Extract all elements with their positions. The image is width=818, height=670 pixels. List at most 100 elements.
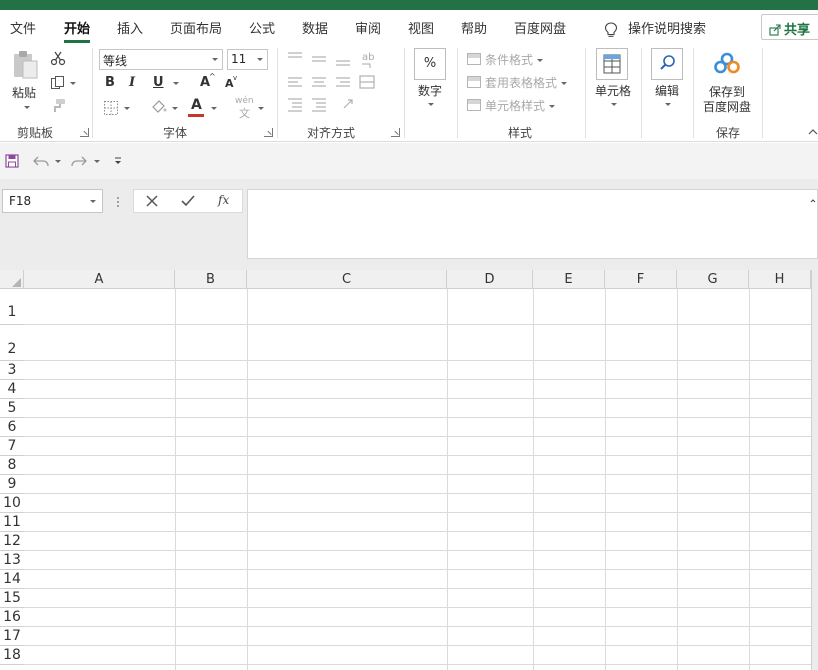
formula-splitter-icon[interactable]	[116, 196, 120, 208]
undo-dropdown-icon[interactable]	[55, 160, 61, 163]
row-header[interactable]: 12	[0, 532, 24, 551]
editing-dropdown-icon[interactable]	[665, 103, 671, 106]
expand-formula-bar-icon[interactable]	[810, 198, 816, 204]
number-dropdown-icon[interactable]	[428, 103, 434, 106]
row-header[interactable]: 10	[0, 494, 24, 513]
tab-baidu-netdisk[interactable]: 百度网盘	[514, 18, 566, 37]
cut-icon[interactable]	[50, 50, 66, 66]
font-color-dropdown-icon[interactable]	[211, 107, 217, 110]
row-header[interactable]: 3	[0, 361, 24, 380]
redo-icon[interactable]	[71, 154, 87, 168]
insert-function-button[interactable]: fx	[218, 193, 229, 207]
row-header[interactable]: 18	[0, 646, 24, 665]
ribbon-separator	[585, 48, 586, 138]
clipboard-group-label: 剪贴板	[17, 126, 54, 140]
chevron-down-icon	[560, 82, 567, 85]
save-to-baidu-button[interactable]	[712, 50, 742, 78]
font-launcher-icon[interactable]	[264, 128, 273, 137]
tab-formulas[interactable]: 公式	[249, 18, 275, 37]
vertical-scrollbar[interactable]	[811, 270, 818, 670]
format-painter-icon[interactable]	[50, 98, 66, 114]
chevron-down-icon	[257, 58, 263, 61]
cells-button[interactable]	[596, 48, 628, 80]
alignment-launcher-icon[interactable]	[391, 128, 400, 137]
customize-toolbar-icon[interactable]	[114, 157, 122, 165]
copy-dropdown-icon[interactable]	[70, 82, 76, 85]
row-header[interactable]: 9	[0, 475, 24, 494]
row-header[interactable]: 11	[0, 513, 24, 532]
phonetic-char: 文	[239, 107, 250, 120]
ribbon-separator	[277, 48, 278, 138]
row-header[interactable]: 6	[0, 418, 24, 437]
title-bar	[0, 0, 818, 10]
grid-line	[247, 289, 248, 670]
tab-file[interactable]: 文件	[10, 18, 36, 37]
column-header[interactable]: B	[175, 270, 247, 289]
cell-styles-button[interactable]: 单元格样式	[467, 97, 555, 114]
format-as-table-button[interactable]: 套用表格格式	[467, 74, 567, 91]
row-header[interactable]: 7	[0, 437, 24, 456]
column-header[interactable]: F	[605, 270, 677, 289]
redo-dropdown-icon[interactable]	[94, 160, 100, 163]
row-header[interactable]: 4	[0, 380, 24, 399]
enter-icon[interactable]	[181, 195, 195, 207]
italic-button[interactable]: I	[129, 75, 135, 90]
column-header[interactable]: A	[24, 270, 175, 289]
tab-review[interactable]: 审阅	[355, 18, 381, 37]
row-header[interactable]: 8	[0, 456, 24, 475]
conditional-formatting-button[interactable]: 条件格式	[467, 51, 543, 68]
undo-icon[interactable]	[33, 154, 49, 168]
collapse-ribbon-icon[interactable]	[808, 128, 818, 136]
conditional-formatting-icon	[467, 53, 481, 65]
tab-page-layout[interactable]: 页面布局	[170, 18, 222, 37]
name-box-dropdown-icon[interactable]	[90, 200, 96, 203]
tab-insert[interactable]: 插入	[117, 18, 143, 37]
tab-help[interactable]: 帮助	[461, 18, 487, 37]
row-header[interactable]: 13	[0, 551, 24, 570]
grid-line	[533, 289, 534, 670]
borders-icon[interactable]	[103, 100, 119, 116]
column-header[interactable]: D	[447, 270, 533, 289]
tab-view[interactable]: 视图	[408, 18, 434, 37]
paste-dropdown-icon[interactable]	[24, 106, 30, 109]
column-header[interactable]: H	[749, 270, 811, 289]
select-all-button[interactable]	[0, 270, 24, 289]
save-icon[interactable]	[5, 154, 19, 168]
fill-color-dropdown-icon[interactable]	[172, 107, 178, 110]
column-header[interactable]: G	[677, 270, 749, 289]
column-headers: A B C D E F G H	[0, 270, 818, 289]
font-name-select[interactable]: 等线	[99, 49, 223, 70]
name-box[interactable]: F18	[2, 189, 103, 213]
font-size-select[interactable]: 11	[227, 49, 268, 70]
underline-dropdown-icon[interactable]	[173, 82, 179, 85]
tab-home[interactable]: 开始	[64, 18, 91, 43]
row-header[interactable]: 16	[0, 608, 24, 627]
tell-me-search[interactable]: 操作说明搜索	[604, 18, 706, 38]
alignment-icons[interactable]: ab	[286, 48, 396, 120]
font-color-button[interactable]: A	[191, 97, 202, 113]
underline-button[interactable]: U	[153, 75, 164, 90]
row-header[interactable]: 2	[0, 325, 24, 361]
row-header[interactable]: 5	[0, 399, 24, 418]
editing-button[interactable]	[651, 48, 683, 80]
share-button[interactable]: 共享	[761, 14, 818, 40]
tab-data[interactable]: 数据	[302, 18, 328, 37]
row-header[interactable]: 14	[0, 570, 24, 589]
bold-button[interactable]: B	[105, 75, 115, 90]
cell-grid[interactable]	[24, 289, 811, 670]
number-format-button[interactable]: %	[414, 48, 446, 80]
fill-color-icon[interactable]	[150, 98, 168, 116]
row-header[interactable]: 17	[0, 627, 24, 646]
borders-dropdown-icon[interactable]	[124, 107, 130, 110]
cancel-icon[interactable]	[146, 195, 158, 207]
clipboard-launcher-icon[interactable]	[80, 128, 89, 137]
column-header[interactable]: E	[533, 270, 605, 289]
row-header[interactable]: 1	[0, 289, 24, 325]
row-header[interactable]: 15	[0, 589, 24, 608]
phonetic-dropdown-icon[interactable]	[258, 107, 264, 110]
cells-dropdown-icon[interactable]	[611, 103, 617, 106]
column-header[interactable]: C	[247, 270, 447, 289]
formula-input[interactable]	[247, 189, 818, 259]
copy-icon[interactable]	[50, 75, 66, 91]
ribbon-separator	[92, 48, 93, 138]
